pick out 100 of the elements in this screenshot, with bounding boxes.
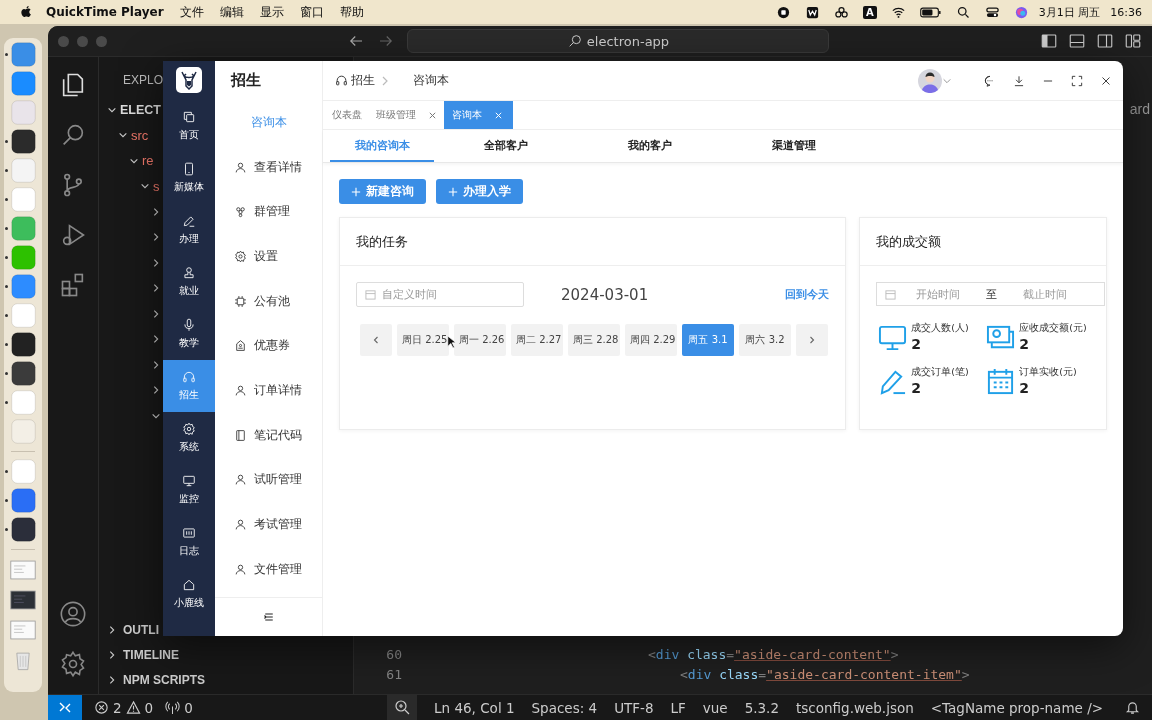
account-icon[interactable] bbox=[59, 600, 87, 628]
close-icon[interactable] bbox=[428, 110, 437, 120]
menu-item[interactable]: 编辑 bbox=[219, 3, 244, 21]
sidebar-toggle-icon[interactable] bbox=[1040, 32, 1058, 50]
status-item[interactable]: Spaces: 4 bbox=[531, 699, 598, 716]
day-button[interactable]: 周四 2.29 bbox=[625, 324, 677, 356]
avatar[interactable] bbox=[918, 68, 942, 93]
chevron-icon[interactable] bbox=[151, 359, 161, 370]
side-menu-item[interactable]: 查看详情 bbox=[215, 144, 322, 190]
battery-icon[interactable] bbox=[919, 5, 942, 19]
day-button[interactable]: 周一 2.26 bbox=[454, 324, 506, 356]
section-header[interactable]: NPM SCRIPTS bbox=[123, 672, 205, 687]
chevron-icon[interactable] bbox=[151, 308, 161, 319]
menu-icon[interactable] bbox=[262, 611, 275, 623]
command-center[interactable]: electron-app bbox=[407, 29, 829, 53]
status-item[interactable]: vue bbox=[702, 699, 728, 716]
side-menu-item[interactable]: 优惠券 bbox=[215, 323, 322, 369]
document-thumbnail-icon[interactable] bbox=[10, 589, 36, 611]
panel-toggle-icon[interactable] bbox=[1068, 32, 1086, 50]
page-tab[interactable]: 班级管理 bbox=[369, 101, 444, 129]
nav-rail-item[interactable]: 教学 bbox=[163, 308, 215, 360]
day-button[interactable]: 周二 2.27 bbox=[511, 324, 563, 356]
ports-indicator[interactable]: 0 bbox=[165, 699, 193, 716]
status-item[interactable]: tsconfig.web.json bbox=[796, 699, 914, 716]
status-item[interactable]: Ln 46, Col 1 bbox=[434, 699, 515, 716]
menu-item[interactable]: 帮助 bbox=[339, 3, 364, 21]
tree-item[interactable]: ELECT bbox=[120, 102, 161, 117]
tab[interactable]: 全部客户 bbox=[434, 130, 578, 162]
nav-rail-item[interactable]: 新媒体 bbox=[163, 152, 215, 204]
document-app-icon[interactable] bbox=[805, 4, 821, 20]
tab[interactable]: 渠道管理 bbox=[722, 130, 866, 162]
chevron-icon[interactable] bbox=[151, 232, 161, 243]
nav-rail-item[interactable]: 监控 bbox=[163, 464, 215, 516]
page-tab[interactable]: 仪表盘 bbox=[325, 101, 369, 129]
tree-item[interactable]: src bbox=[131, 127, 149, 143]
app-icon[interactable] bbox=[10, 332, 36, 357]
tab[interactable]: 我的客户 bbox=[578, 130, 722, 162]
chevron-icon[interactable] bbox=[151, 334, 161, 345]
side-menu-item[interactable]: 订单详情 bbox=[215, 368, 322, 413]
tree-item[interactable]: s bbox=[153, 178, 160, 194]
chevron-icon[interactable] bbox=[151, 206, 161, 217]
date-range-field[interactable]: 开始时间 至 截止时间 bbox=[876, 282, 1106, 306]
chevron-icon[interactable] bbox=[151, 283, 161, 294]
app-icon[interactable] bbox=[10, 517, 36, 542]
bell-icon[interactable] bbox=[1125, 700, 1140, 715]
day-button[interactable]: 周六 3.2 bbox=[739, 324, 791, 356]
side-menu-item[interactable]: 考试管理 bbox=[215, 502, 322, 547]
status-item[interactable]: UTF-8 bbox=[614, 699, 654, 716]
menu-item[interactable]: 显示 bbox=[259, 3, 284, 21]
problems-indicator[interactable]: 2 0 bbox=[94, 699, 154, 716]
control-center-icon[interactable] bbox=[984, 4, 1000, 20]
document-thumbnail-icon[interactable] bbox=[10, 619, 36, 641]
day-button[interactable]: 周日 2.25 bbox=[397, 324, 449, 356]
settings-icon[interactable] bbox=[59, 650, 87, 678]
side-menu-item[interactable]: 设置 bbox=[215, 234, 322, 279]
app-icon[interactable] bbox=[10, 129, 36, 154]
siri-icon[interactable] bbox=[1013, 4, 1029, 20]
chevron-icon[interactable] bbox=[107, 674, 117, 685]
date-field[interactable]: 自定义时间 bbox=[356, 282, 524, 307]
menubar-time[interactable]: 16:36 bbox=[1110, 5, 1142, 19]
side-menu-item[interactable]: 公有池 bbox=[215, 278, 322, 324]
fullscreen-icon[interactable] bbox=[1070, 73, 1084, 88]
nav-rail-item[interactable]: 办理 bbox=[163, 204, 215, 256]
side-menu-item[interactable]: 试听管理 bbox=[215, 457, 322, 503]
zoom-icon[interactable] bbox=[387, 695, 418, 720]
status-item[interactable]: 5.3.2 bbox=[744, 699, 779, 716]
chevron-icon[interactable] bbox=[151, 257, 161, 268]
breadcrumb-link[interactable]: 招生 bbox=[351, 72, 375, 89]
app-menu[interactable]: QuickTime Player bbox=[46, 5, 164, 19]
menu-item[interactable]: 文件 bbox=[179, 3, 204, 21]
apple-icon[interactable] bbox=[18, 4, 34, 20]
nav-rail-item[interactable]: 就业 bbox=[163, 256, 215, 308]
side-menu-item[interactable]: 文件管理 bbox=[215, 546, 322, 592]
search-icon[interactable] bbox=[955, 4, 971, 20]
side-menu-item[interactable]: 咨询本 bbox=[215, 100, 322, 145]
input-source-indicator[interactable]: A bbox=[863, 5, 877, 19]
start-date-input[interactable]: 开始时间 bbox=[902, 287, 975, 301]
section-header[interactable]: OUTLI bbox=[123, 622, 159, 637]
side-menu-item[interactable]: 群管理 bbox=[215, 189, 322, 235]
status-item[interactable]: LF bbox=[670, 699, 686, 716]
record-stop-icon[interactable] bbox=[776, 4, 792, 20]
nav-rail-item[interactable]: 小鹿线 bbox=[163, 568, 215, 620]
app-icon[interactable] bbox=[10, 361, 36, 386]
nav-rail-item[interactable]: 日志 bbox=[163, 516, 215, 568]
editor-tab[interactable]: ard bbox=[1129, 101, 1150, 117]
layout-icon[interactable] bbox=[1124, 32, 1142, 50]
chevron-icon[interactable] bbox=[107, 649, 117, 660]
end-date-input[interactable]: 截止时间 bbox=[1009, 287, 1082, 301]
chevron-icon[interactable] bbox=[151, 385, 161, 396]
document-thumbnail-icon[interactable] bbox=[10, 559, 36, 581]
menu-item[interactable]: 窗口 bbox=[299, 3, 324, 21]
nav-rail-item[interactable]: 系统 bbox=[163, 412, 215, 464]
menubar-date[interactable]: 3月1日 周五 bbox=[1038, 4, 1101, 20]
day-button[interactable]: 周三 2.28 bbox=[568, 324, 620, 356]
nav-rail-item[interactable]: 首页 bbox=[163, 100, 215, 152]
chevron-icon[interactable] bbox=[107, 624, 117, 635]
download-icon[interactable] bbox=[1012, 73, 1026, 88]
section-header[interactable]: TIMELINE bbox=[123, 647, 179, 662]
status-item[interactable]: <TagName prop-name /> bbox=[930, 699, 1103, 716]
side-menu-item[interactable]: 笔记代码 bbox=[215, 412, 322, 458]
